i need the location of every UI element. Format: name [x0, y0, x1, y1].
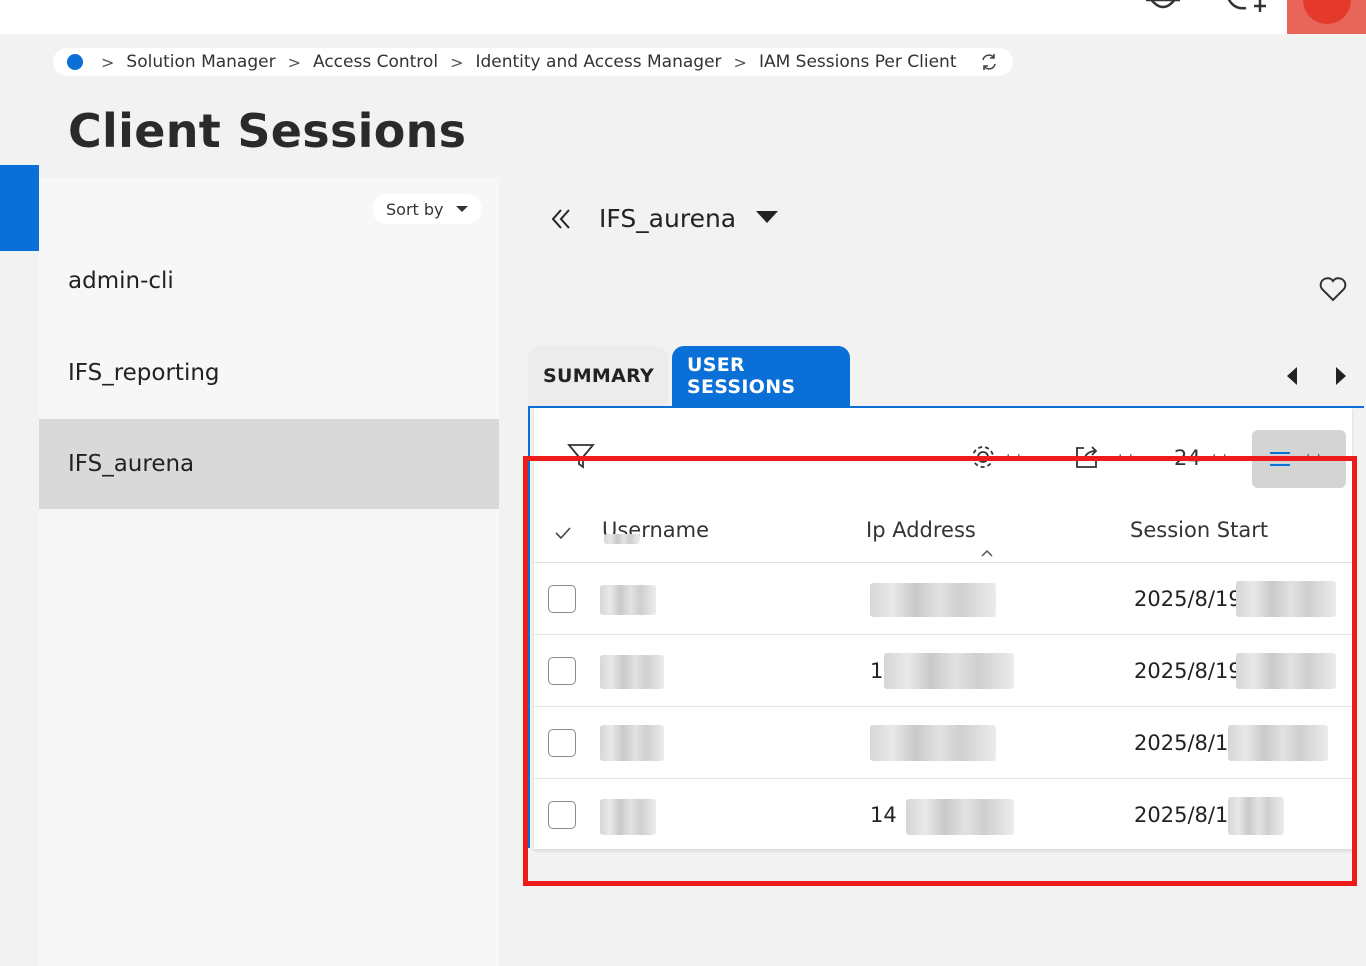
refresh-icon[interactable] [979, 52, 999, 72]
row-checkbox[interactable] [548, 729, 576, 757]
table-row[interactable]: 2025/8/1 [534, 707, 1352, 779]
list-item-label: IFS_reporting [68, 360, 220, 386]
breadcrumb-item-access-control[interactable]: Access Control [313, 52, 438, 72]
redacted-time [1228, 725, 1328, 761]
cell-ip-address: 1 [870, 659, 884, 683]
redacted-time [1228, 797, 1284, 835]
breadcrumb-separator: > [450, 52, 464, 72]
redacted-username [600, 655, 664, 689]
row-checkbox[interactable] [548, 585, 576, 613]
home-icon[interactable] [67, 54, 83, 70]
redacted-ip [870, 725, 996, 761]
cell-session-start: 2025/8/19 [1134, 659, 1242, 683]
cell-session-start: 2025/8/1 [1134, 731, 1229, 755]
sessions-grid: ·· ·· 24 ·· ·· Username Ip Address Sessi… [534, 408, 1352, 851]
list-item-ifs-aurena[interactable]: IFS_aurena [39, 419, 499, 509]
redacted-time [1236, 581, 1336, 617]
sort-by-button[interactable]: Sort by [372, 194, 482, 224]
main-content: > Solution Manager > Access Control > Id… [39, 34, 1366, 966]
column-header-ip-address[interactable]: Ip Address [866, 518, 976, 542]
breadcrumb: > Solution Manager > Access Control > Id… [53, 48, 1013, 76]
tab-user-sessions[interactable]: USER SESSIONS [672, 346, 850, 406]
redacted-time [1236, 653, 1336, 689]
list-item-label: admin-cli [68, 268, 174, 294]
record-count: 24 [1174, 446, 1201, 470]
table-row[interactable]: 14 2025/8/1 [534, 779, 1352, 851]
caret-down-icon [455, 206, 468, 212]
list-view-icon [1270, 452, 1290, 466]
tab-bar: SUMMARY USER SESSIONS [528, 346, 850, 406]
top-bar [0, 0, 1366, 34]
redacted-username [600, 725, 664, 761]
detail-header: IFS_aurena [549, 204, 779, 233]
breadcrumb-item-current: IAM Sessions Per Client [758, 52, 957, 72]
filter-icon[interactable] [567, 442, 595, 470]
clock-plus-icon[interactable] [1224, 0, 1268, 14]
toolbar-separator: ·· [1212, 448, 1233, 464]
tab-scroll-left-icon[interactable] [1287, 367, 1297, 385]
user-sessions-panel: ·· ·· 24 ·· ·· Username Ip Address Sessi… [528, 406, 1364, 851]
row-checkbox[interactable] [548, 657, 576, 685]
double-chevron-left-icon[interactable] [549, 207, 573, 231]
user-menu[interactable] [1287, 0, 1366, 34]
list-item-ifs-reporting[interactable]: IFS_reporting [39, 328, 499, 418]
table-row[interactable]: 2025/8/19 [534, 563, 1352, 635]
record-title: IFS_aurena [599, 204, 737, 233]
breadcrumb-item-iam[interactable]: Identity and Access Manager [475, 52, 721, 72]
cell-session-start: 2025/8/19 [1134, 587, 1242, 611]
redacted-username [600, 585, 656, 615]
breadcrumb-separator: > [733, 52, 747, 72]
avatar[interactable] [1303, 0, 1351, 24]
redacted-ip [870, 583, 996, 617]
page-title: Client Sessions [68, 104, 467, 158]
redacted-ip [906, 799, 1014, 835]
tab-summary[interactable]: SUMMARY [528, 346, 668, 406]
nav-active-marker[interactable] [0, 165, 39, 251]
gear-icon[interactable] [970, 444, 996, 470]
heart-icon[interactable] [1319, 276, 1347, 302]
table-row[interactable]: 1 2025/8/19 [534, 635, 1352, 707]
toolbar-separator: ·· [1118, 448, 1139, 464]
bell-icon[interactable] [1144, 0, 1182, 14]
toolbar-separator: ·· [1306, 448, 1327, 464]
breadcrumb-separator: > [101, 52, 115, 72]
redacted-ip [884, 653, 1014, 689]
record-selector-caret-icon[interactable] [756, 210, 779, 223]
list-item-label: IFS_aurena [68, 451, 195, 477]
tab-scroll-right-icon[interactable] [1336, 367, 1346, 385]
redacted-region [604, 534, 640, 544]
sort-by-label: Sort by [386, 199, 444, 219]
left-nav-strip [0, 34, 39, 966]
select-all-checkmark-icon[interactable] [554, 524, 572, 542]
column-header-session-start[interactable]: Session Start [1130, 518, 1268, 542]
row-checkbox[interactable] [548, 801, 576, 829]
sort-ascending-icon[interactable] [980, 548, 994, 558]
redacted-username [600, 799, 656, 835]
list-view-toggle[interactable]: ·· [1252, 430, 1346, 488]
cell-ip-address: 14 [870, 803, 897, 827]
cell-session-start: 2025/8/1 [1134, 803, 1229, 827]
list-item-admin-cli[interactable]: admin-cli [39, 236, 499, 326]
breadcrumb-separator: > [287, 52, 301, 72]
toolbar-separator: ·· [1006, 448, 1027, 464]
breadcrumb-item-solution-manager[interactable]: Solution Manager [126, 52, 275, 72]
export-icon[interactable] [1074, 444, 1100, 470]
client-list: Sort by admin-cli IFS_reporting IFS_aure… [39, 178, 499, 966]
